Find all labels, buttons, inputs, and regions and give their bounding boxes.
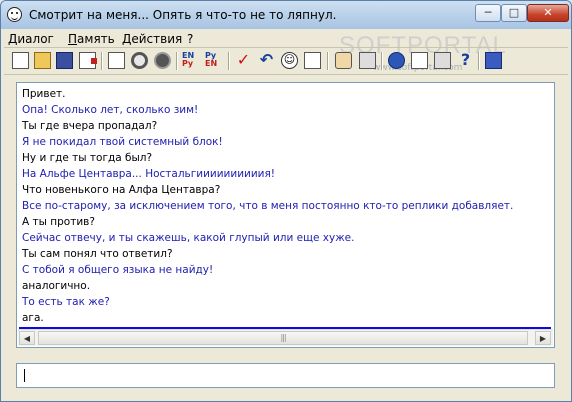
scroll-thumb[interactable]: |||	[38, 331, 528, 345]
chat-line-user[interactable]: Привет.	[22, 87, 66, 101]
chat-line-bot[interactable]: Я не покидал твой системный блок!	[22, 135, 223, 149]
menu-help[interactable]: ?	[187, 32, 193, 46]
disc-icon[interactable]	[154, 52, 171, 69]
save-icon[interactable]	[56, 52, 73, 69]
phone-icon[interactable]	[434, 52, 451, 69]
toolbar-separator	[327, 52, 329, 70]
mail-icon[interactable]	[411, 52, 428, 69]
app-window: Смотрит на меня... Опять я что-то не то …	[0, 0, 572, 402]
scroll-left-button[interactable]: ◀	[19, 331, 35, 345]
window-title: Смотрит на меня... Опять я что-то не то …	[29, 8, 337, 22]
help-icon[interactable]: ?	[457, 52, 474, 69]
menu-memory[interactable]: Память	[68, 32, 115, 46]
toolbar-separator	[101, 52, 103, 70]
chat-line-user[interactable]: Ты сам понял что ответил?	[22, 247, 173, 261]
title-bar[interactable]: Смотрит на меня... Опять я что-то не то …	[1, 1, 571, 29]
text-caret	[24, 369, 25, 382]
translate-ru-en-icon[interactable]: Ру EN	[205, 52, 222, 69]
chat-line-user[interactable]: Ты где вчера пропадал?	[22, 119, 157, 133]
face-icon[interactable]	[335, 52, 352, 69]
speaker-icon[interactable]	[304, 52, 321, 69]
new-icon[interactable]	[12, 52, 29, 69]
undo-icon[interactable]: ↶	[258, 52, 275, 69]
document-icon[interactable]	[108, 52, 125, 69]
chat-line-user[interactable]: А ты против?	[22, 215, 95, 229]
chat-line-user[interactable]: Что новенького на Алфа Центавра?	[22, 183, 220, 197]
message-input[interactable]	[16, 363, 555, 388]
export-icon[interactable]	[79, 52, 97, 69]
chat-line-bot[interactable]: То есть так же?	[22, 295, 110, 309]
open-folder-icon[interactable]	[34, 52, 51, 69]
chat-line-bot[interactable]: На Альфе Центавра... Ностальгиииииииииия…	[22, 167, 275, 181]
smiley-icon[interactable]: ☺	[281, 52, 298, 69]
toolbar: EN Ру Ру EN ✓ ↶ ☺ ?	[4, 47, 568, 75]
toolbar-separator	[176, 52, 178, 70]
menu-actions[interactable]: Действия	[122, 32, 182, 46]
toolbar-separator	[381, 52, 383, 70]
close-button[interactable]: ✕	[527, 4, 569, 22]
toolbar-separator	[228, 52, 230, 70]
minimize-button[interactable]: ─	[475, 4, 501, 22]
calculator-icon[interactable]	[359, 52, 376, 69]
chat-line-user[interactable]: Ну и где ты тогда был?	[22, 151, 152, 165]
chat-line-bot[interactable]: С тобой я общего языка не найду!	[22, 263, 213, 277]
chat-line-user[interactable]: ага.	[22, 311, 44, 325]
chat-line-bot[interactable]: Все по-старому, за исключением того, что…	[22, 199, 513, 213]
chat-log[interactable]: Привет. Опа! Сколько лет, сколько зим! Ты …	[16, 82, 555, 348]
gear-icon[interactable]	[131, 52, 148, 69]
chat-line-bot[interactable]: Сейчас отвечу, и ты скажешь, какой глупы…	[22, 231, 354, 245]
horizontal-scrollbar[interactable]: ◀ ||| ▶	[18, 329, 553, 346]
smiley-app-icon	[7, 7, 22, 22]
translate-en-ru-icon[interactable]: EN Ру	[182, 52, 199, 69]
globe-icon[interactable]	[388, 52, 405, 69]
toolbar-separator	[478, 52, 480, 70]
chat-line-user[interactable]: аналогично.	[22, 279, 90, 293]
check-icon[interactable]: ✓	[235, 52, 252, 69]
book-icon[interactable]	[485, 52, 502, 69]
maximize-button[interactable]: □	[501, 4, 527, 22]
menu-dialog[interactable]: Диалог	[8, 32, 54, 46]
scroll-right-button[interactable]: ▶	[535, 331, 551, 345]
chat-line-bot[interactable]: Опа! Сколько лет, сколько зим!	[22, 103, 198, 117]
